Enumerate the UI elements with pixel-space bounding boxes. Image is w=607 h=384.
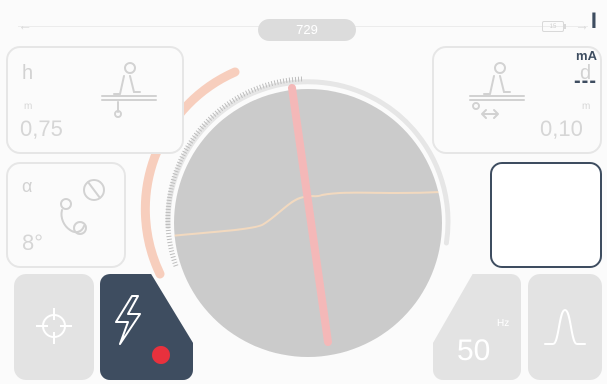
current-label: I <box>590 8 597 33</box>
distance-unit: m <box>582 101 591 112</box>
battery-icon: 15 <box>542 21 564 32</box>
lightning-icon <box>115 295 141 345</box>
battery-tip <box>564 24 566 29</box>
counter-badge: 729 <box>258 19 356 41</box>
distance-icon <box>469 62 525 119</box>
crosshair-icon <box>36 308 72 344</box>
current-value: --- <box>574 70 597 92</box>
current-panel[interactable] <box>490 162 602 268</box>
back-arrow-icon[interactable]: ← <box>18 18 32 32</box>
distance-value: 0,10 <box>540 116 583 141</box>
record-indicator <box>152 346 170 364</box>
current-unit: mA <box>576 48 597 63</box>
depth-unit: m <box>24 101 33 112</box>
depth-value: 0,75 <box>20 116 63 141</box>
depth-label: h <box>22 62 34 84</box>
frequency-value: 50 <box>457 334 491 367</box>
frequency-unit: Hz <box>497 318 510 329</box>
angle-value: 8° <box>22 230 44 255</box>
forward-arrow-icon[interactable]: → <box>575 18 589 32</box>
gauge-display <box>140 67 451 357</box>
angle-label: α <box>22 176 33 196</box>
angle-icon <box>60 179 105 235</box>
depth-icon <box>101 62 157 118</box>
pulse-curve-icon <box>544 308 586 345</box>
